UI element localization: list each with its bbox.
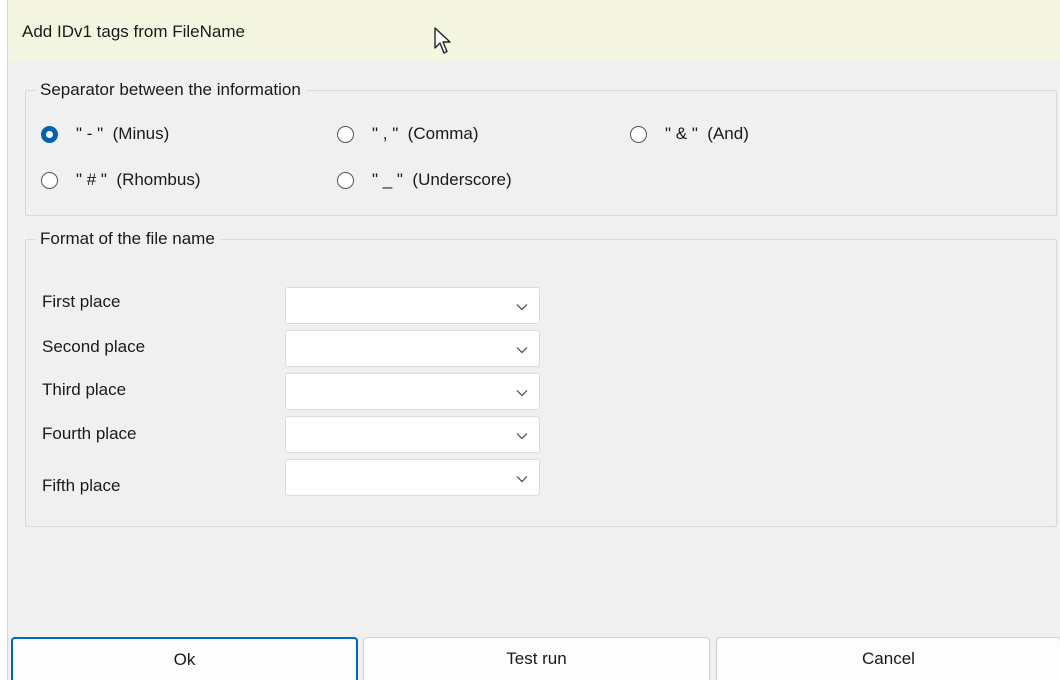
radio-minus[interactable]: " - " (Minus) <box>41 124 169 144</box>
radio-underscore-label: " _ " (Underscore) <box>372 170 512 189</box>
format-group: Format of the file name <box>25 229 1057 527</box>
ok-button[interactable]: Ok <box>11 637 358 680</box>
radio-rhombus-dot[interactable] <box>41 171 58 189</box>
fourth-place-combobox[interactable] <box>285 416 540 453</box>
fifth-place-label: Fifth place <box>42 476 121 495</box>
third-place-combobox[interactable] <box>285 373 540 410</box>
third-place-label: Third place <box>42 380 127 399</box>
fifth-place-combobox[interactable] <box>285 459 540 496</box>
separator-group-legend: Separator between the information <box>40 80 301 99</box>
title-bar[interactable]: Add IDv1 tags from FileName <box>8 0 1060 62</box>
radio-and[interactable]: " & " (And) <box>630 124 749 144</box>
chevron-down-icon <box>516 476 528 483</box>
chevron-down-icon <box>516 347 528 354</box>
cancel-button[interactable]: Cancel <box>716 637 1060 680</box>
radio-minus-dot[interactable] <box>41 125 58 143</box>
radio-underscore-dot[interactable] <box>337 171 354 189</box>
chevron-down-icon <box>516 304 528 311</box>
test-run-button[interactable]: Test run <box>363 637 710 680</box>
radio-underscore[interactable]: " _ " (Underscore) <box>337 170 512 190</box>
separator-group: Separator between the information <box>25 80 1057 216</box>
radio-and-label: " & " (And) <box>665 124 749 143</box>
format-group-legend: Format of the file name <box>40 229 215 248</box>
radio-comma-dot[interactable] <box>337 125 354 143</box>
chevron-down-icon <box>516 433 528 440</box>
first-place-label: First place <box>42 292 121 311</box>
second-place-combobox[interactable] <box>285 330 540 367</box>
radio-rhombus-label: " # " (Rhombus) <box>76 170 201 189</box>
radio-and-dot[interactable] <box>630 125 647 143</box>
radio-rhombus[interactable]: " # " (Rhombus) <box>41 170 201 190</box>
second-place-label: Second place <box>42 337 146 356</box>
chevron-down-icon <box>516 390 528 397</box>
dialog-window: Add IDv1 tags from FileName Separator be… <box>7 0 1060 680</box>
radio-minus-label: " - " (Minus) <box>76 124 170 143</box>
mouse-pointer-icon <box>434 27 451 54</box>
fourth-place-label: Fourth place <box>42 424 137 443</box>
radio-comma-label: " , " (Comma) <box>372 124 479 143</box>
dialog-title: Add IDv1 tags from FileName <box>22 22 245 41</box>
first-place-combobox[interactable] <box>285 287 540 324</box>
radio-comma[interactable]: " , " (Comma) <box>337 124 479 144</box>
